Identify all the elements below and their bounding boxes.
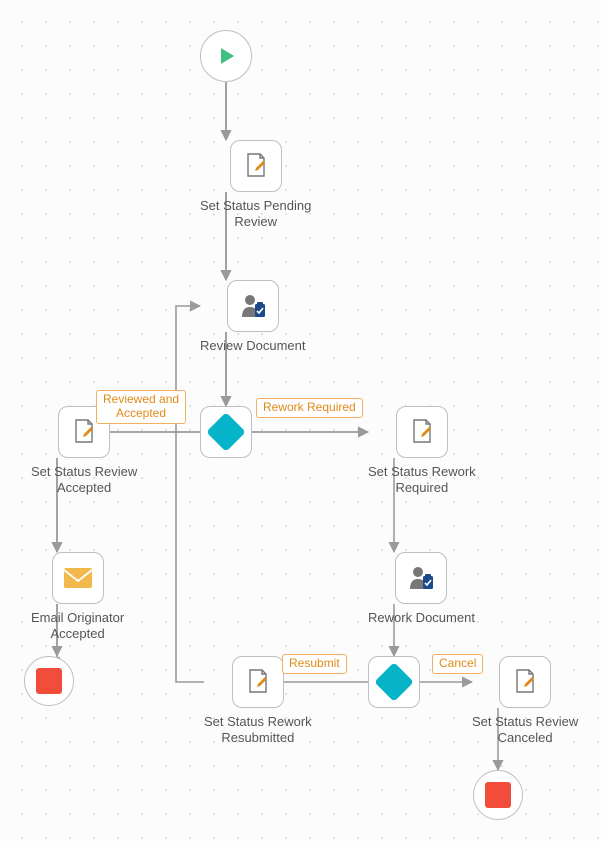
task-label: Rework Document: [368, 610, 475, 626]
task-box: [396, 406, 448, 458]
play-icon: [214, 44, 238, 68]
gateway-rework-decision[interactable]: [368, 656, 420, 708]
mail-icon: [63, 567, 93, 589]
edge-label-reviewed-accepted: Reviewed and Accepted: [96, 390, 186, 424]
task-rework-document[interactable]: Rework Document: [368, 552, 475, 626]
diamond-icon: [206, 412, 246, 452]
task-label: Email Originator Accepted: [31, 610, 124, 641]
task-box: [395, 552, 447, 604]
stop-icon: [485, 782, 511, 808]
edge-label-rework-required: Rework Required: [256, 398, 363, 418]
end-event-shape: [24, 656, 74, 706]
start-event[interactable]: [200, 30, 252, 82]
gateway-review-decision[interactable]: [200, 406, 252, 458]
task-box: [52, 552, 104, 604]
stop-icon: [36, 668, 62, 694]
gateway-box: [368, 656, 420, 708]
user-task-icon: [237, 290, 269, 322]
task-set-status-review-canceled[interactable]: Set Status Review Canceled: [472, 656, 578, 745]
task-set-status-rework-required[interactable]: Set Status Rework Required: [368, 406, 476, 495]
task-email-originator-accepted[interactable]: Email Originator Accepted: [31, 552, 124, 641]
task-box: [232, 656, 284, 708]
edge-label-resubmit: Resubmit: [282, 654, 347, 674]
task-label: Set Status Review Canceled: [472, 714, 578, 745]
document-edit-icon: [243, 667, 273, 697]
task-label: Set Status Rework Resubmitted: [204, 714, 312, 745]
document-edit-icon: [241, 151, 271, 181]
document-edit-icon: [407, 417, 437, 447]
task-label: Review Document: [200, 338, 306, 354]
task-box: [227, 280, 279, 332]
task-label: Set Status Pending Review: [200, 198, 311, 229]
document-edit-icon: [69, 417, 99, 447]
task-set-status-pending-review[interactable]: Set Status Pending Review: [200, 140, 311, 229]
user-task-icon: [405, 562, 437, 594]
document-edit-icon: [510, 667, 540, 697]
task-review-document[interactable]: Review Document: [200, 280, 306, 354]
task-label: Set Status Review Accepted: [31, 464, 137, 495]
end-event-accepted[interactable]: [24, 656, 74, 706]
task-box: [230, 140, 282, 192]
end-event-canceled[interactable]: [473, 770, 523, 820]
task-box: [499, 656, 551, 708]
edge-label-cancel: Cancel: [432, 654, 483, 674]
task-label: Set Status Rework Required: [368, 464, 476, 495]
start-event-shape: [200, 30, 252, 82]
end-event-shape: [473, 770, 523, 820]
diamond-icon: [374, 662, 414, 702]
gateway-box: [200, 406, 252, 458]
